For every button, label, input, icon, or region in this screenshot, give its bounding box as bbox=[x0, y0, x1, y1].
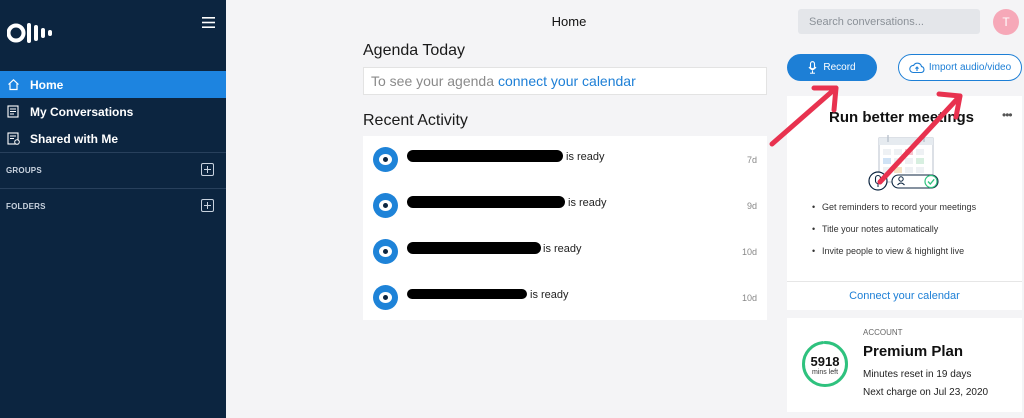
sidebar-item-label: Home bbox=[30, 77, 64, 92]
recent-activity-list: is ready 7d is ready 9d is ready 10d is … bbox=[363, 136, 767, 320]
otter-logo[interactable] bbox=[7, 22, 57, 44]
account-label: ACCOUNT bbox=[863, 328, 903, 337]
user-avatar[interactable]: T bbox=[993, 9, 1019, 35]
import-audio-video-button[interactable]: Import audio/video bbox=[898, 54, 1022, 81]
sidebar: Home My Conversations Shared with Me GRO… bbox=[0, 0, 226, 418]
otter-avatar-icon bbox=[373, 239, 398, 264]
cloud-upload-icon bbox=[909, 62, 925, 73]
run-better-meetings-card: Run better meetings ••• Get reminders to… bbox=[787, 96, 1022, 310]
home-icon bbox=[6, 78, 20, 92]
activity-status: is ready bbox=[568, 197, 607, 209]
plan-name[interactable]: Premium Plan bbox=[863, 343, 963, 360]
redacted-title bbox=[407, 150, 563, 162]
benefit-item: Title your notes automatically bbox=[812, 224, 976, 246]
shared-icon bbox=[6, 132, 20, 146]
record-label: Record bbox=[823, 62, 856, 73]
next-charge-text: Next charge on Jul 23, 2020 bbox=[863, 387, 989, 398]
recent-activity-heading: Recent Activity bbox=[363, 112, 468, 129]
benefit-item: Get reminders to record your meetings bbox=[812, 202, 976, 224]
otter-logo-icon bbox=[7, 23, 52, 43]
activity-time: 9d bbox=[746, 201, 757, 211]
agenda-heading: Agenda Today bbox=[363, 42, 466, 59]
otter-avatar-icon bbox=[373, 147, 398, 172]
list-item[interactable]: is ready 9d bbox=[363, 182, 767, 228]
page-title: Home bbox=[551, 14, 587, 29]
add-group-button[interactable] bbox=[201, 163, 214, 176]
otter-avatar-icon bbox=[373, 193, 398, 218]
activity-time: 10d bbox=[741, 247, 757, 257]
groups-label: GROUPS bbox=[6, 166, 42, 175]
account-card: 5918 mins left ACCOUNT Premium Plan Minu… bbox=[787, 318, 1022, 412]
activity-time: 10d bbox=[741, 293, 757, 303]
redacted-title bbox=[407, 289, 527, 299]
card-divider bbox=[787, 281, 1022, 282]
conversations-icon bbox=[6, 105, 20, 119]
folders-label: FOLDERS bbox=[6, 202, 46, 211]
add-folder-button[interactable] bbox=[201, 199, 214, 212]
sidebar-item-label: My Conversations bbox=[30, 104, 134, 119]
sidebar-item-my-conversations[interactable]: My Conversations bbox=[0, 98, 226, 125]
list-item[interactable]: is ready 10d bbox=[363, 274, 767, 320]
activity-status: is ready bbox=[566, 151, 605, 163]
list-item[interactable]: is ready 10d bbox=[363, 228, 767, 274]
sidebar-item-shared-with-me[interactable]: Shared with Me bbox=[0, 125, 226, 152]
calendar-illustration-icon bbox=[868, 135, 939, 191]
agenda-prefix: To see your agenda bbox=[371, 73, 494, 89]
card-title: Run better meetings bbox=[829, 109, 975, 126]
connect-calendar-link[interactable]: connect your calendar bbox=[498, 73, 636, 89]
sidebar-item-home[interactable]: Home bbox=[0, 71, 226, 98]
benefit-item: Invite people to view & highlight live bbox=[812, 246, 976, 268]
sidebar-item-label: Shared with Me bbox=[30, 131, 119, 146]
search-input[interactable] bbox=[798, 9, 980, 34]
benefits-list: Get reminders to record your meetings Ti… bbox=[812, 202, 976, 268]
sidebar-divider bbox=[0, 152, 226, 153]
import-label: Import audio/video bbox=[928, 62, 1012, 73]
more-options-icon[interactable]: ••• bbox=[1002, 108, 1013, 122]
activity-status: is ready bbox=[530, 289, 569, 301]
minutes-left-value: 5918 bbox=[810, 354, 840, 369]
redacted-title bbox=[407, 242, 541, 254]
activity-time: 7d bbox=[746, 155, 757, 165]
activity-status: is ready bbox=[543, 243, 582, 255]
hamburger-menu-icon[interactable] bbox=[202, 15, 215, 28]
microphone-icon bbox=[808, 61, 817, 74]
otter-avatar-icon bbox=[373, 285, 398, 310]
redacted-title bbox=[407, 196, 565, 208]
sidebar-divider bbox=[0, 188, 226, 189]
list-item[interactable]: is ready 7d bbox=[363, 136, 767, 182]
minutes-left-unit: mins left bbox=[811, 369, 839, 376]
record-button[interactable]: Record bbox=[787, 54, 877, 81]
agenda-box: To see your agenda connect your calendar bbox=[363, 67, 767, 95]
minutes-reset-text: Minutes reset in 19 days bbox=[863, 369, 972, 380]
connect-your-calendar-link[interactable]: Connect your calendar bbox=[787, 290, 1022, 302]
